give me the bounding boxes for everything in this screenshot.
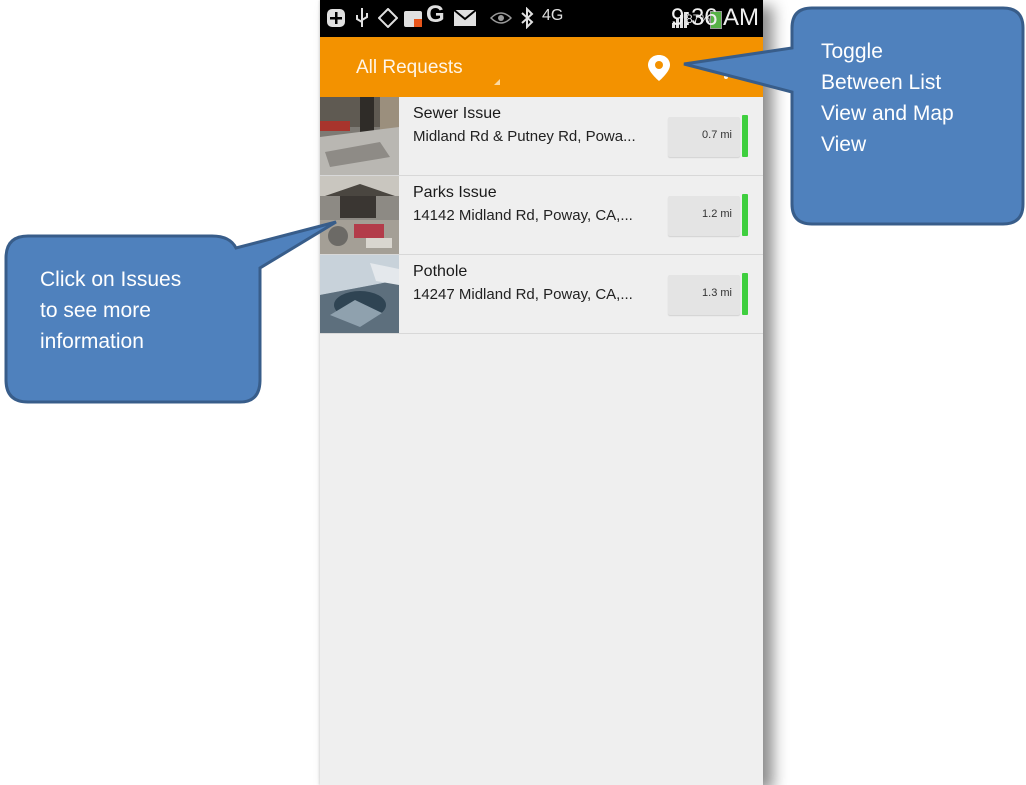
callout-left-text: Click on Issues to see more information	[40, 264, 250, 357]
callout-line: to see more	[40, 299, 151, 322]
callout-line: Toggle	[821, 40, 883, 63]
callout-line: Click on Issues	[40, 268, 182, 291]
callout-line: Between List	[821, 71, 942, 94]
callout-line: View and Map	[821, 102, 954, 125]
callout-line: information	[40, 330, 144, 353]
callout-line: View	[821, 133, 867, 156]
callout-right-text: Toggle Between List View and Map View	[821, 36, 1017, 160]
